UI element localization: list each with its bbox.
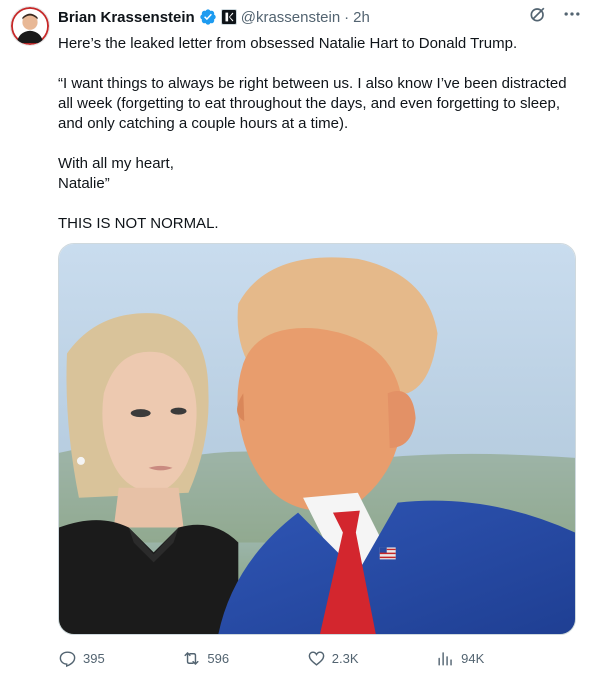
retweet-count: 596 [207, 650, 230, 666]
tweet-actions: 395 596 2.3K 94K [58, 645, 578, 671]
views-icon [438, 651, 452, 666]
heart-icon [308, 650, 325, 666]
reply-count: 395 [83, 650, 105, 666]
tweet-text-remark: THIS IS NOT NORMAL. [58, 215, 219, 232]
tweet-text-intro: Here’s the leaked letter from obsessed N… [58, 35, 518, 52]
reply-icon [59, 650, 76, 667]
author-avatar[interactable] [10, 6, 50, 46]
views-count: 94K [461, 650, 485, 666]
header-actions [528, 4, 582, 24]
like-button[interactable]: 2.3K [307, 649, 359, 668]
retweet-icon [184, 651, 199, 665]
author-handle[interactable]: @krassenstein [241, 9, 340, 26]
header-separator: · [344, 8, 350, 26]
author-display-name[interactable]: Brian Krassenstein [58, 9, 195, 26]
tweet-text-closing-2: Natalie” [58, 175, 110, 192]
like-count: 2.3K [331, 650, 359, 666]
tweet-body: Here’s the leaked letter from obsessed N… [58, 34, 578, 234]
tweet-timestamp[interactable]: 2h [353, 9, 370, 26]
verified-badge-icon [200, 9, 216, 25]
views-button[interactable]: 94K [436, 649, 484, 668]
tweet-header: Brian Krassenstein @krassenstein · 2h [58, 6, 370, 28]
more-options-icon[interactable] [562, 4, 582, 24]
retweet-button[interactable]: 596 [182, 649, 229, 668]
affiliate-badge-icon[interactable] [220, 9, 237, 25]
tweet-card[interactable]: Brian Krassenstein @krassenstein · 2h He… [0, 0, 594, 676]
tweet-photo[interactable] [58, 243, 576, 635]
tweet-text-closing-1: With all my heart, [58, 155, 174, 172]
reply-button[interactable]: 395 [58, 649, 105, 668]
tweet-text-quote: “I want things to always be right betwee… [58, 75, 567, 132]
grok-icon[interactable] [528, 4, 548, 24]
